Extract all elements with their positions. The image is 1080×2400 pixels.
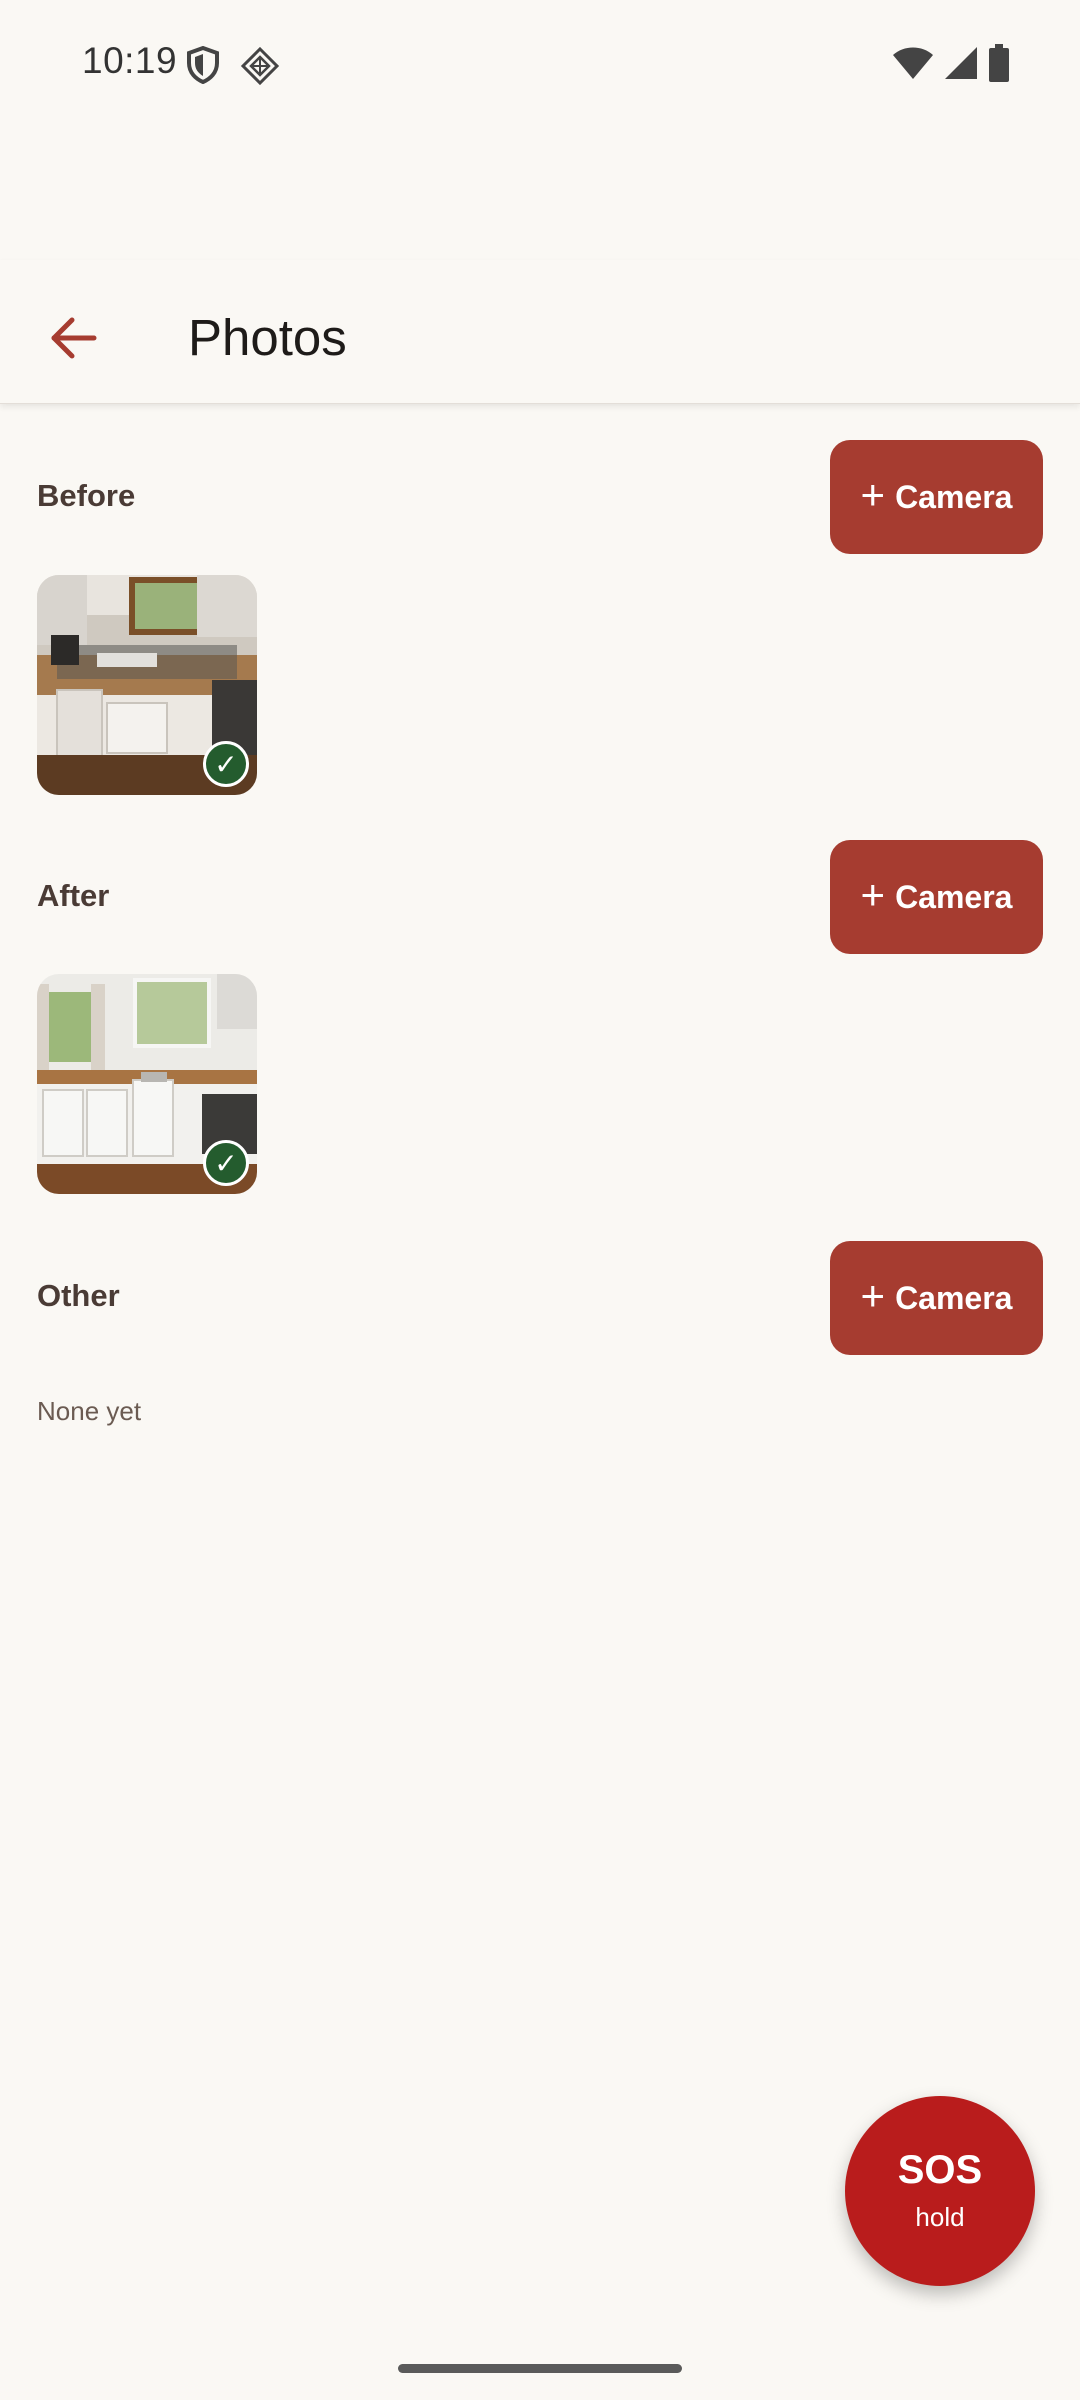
after-photo-thumbnail[interactable]: ✓ [37, 974, 257, 1194]
after-camera-button[interactable]: + Camera [830, 840, 1043, 954]
plus-icon: + [860, 471, 886, 518]
sos-title: SOS [897, 2147, 983, 2192]
section-label-before: Before [37, 478, 136, 513]
back-button[interactable] [30, 296, 118, 384]
back-arrow-icon [50, 316, 98, 365]
app-bar: Photos [0, 260, 1080, 404]
battery-icon [988, 44, 1010, 87]
plus-icon: + [860, 1272, 886, 1319]
other-camera-button[interactable]: + Camera [830, 1241, 1043, 1355]
camera-button-label: Camera [895, 478, 1013, 515]
uploaded-check-icon: ✓ [203, 741, 249, 787]
vpn-icon [240, 46, 280, 91]
shield-icon [186, 45, 220, 89]
home-indicator[interactable] [398, 2364, 682, 2373]
section-label-after: After [37, 878, 110, 913]
signal-icon [944, 46, 978, 85]
status-time: 10:19 [82, 40, 178, 81]
sos-subtitle: hold [915, 2201, 965, 2232]
photos-screen: 10:19 Photos Before + Camera ✓ After + C… [0, 0, 1080, 2400]
status-bar: 10:19 [0, 0, 1080, 128]
camera-button-label: Camera [895, 1279, 1013, 1316]
sos-hold-button[interactable]: SOS hold [845, 2096, 1035, 2286]
wifi-icon [892, 46, 934, 85]
plus-icon: + [860, 871, 886, 918]
before-photo-thumbnail[interactable]: ✓ [37, 575, 257, 795]
section-label-other: Other [37, 1278, 120, 1313]
uploaded-check-icon: ✓ [203, 1140, 249, 1186]
status-icons [892, 44, 1010, 87]
before-camera-button[interactable]: + Camera [830, 440, 1043, 554]
other-empty-text: None yet [37, 1396, 142, 1426]
camera-button-label: Camera [895, 878, 1013, 915]
page-title: Photos [188, 309, 347, 366]
